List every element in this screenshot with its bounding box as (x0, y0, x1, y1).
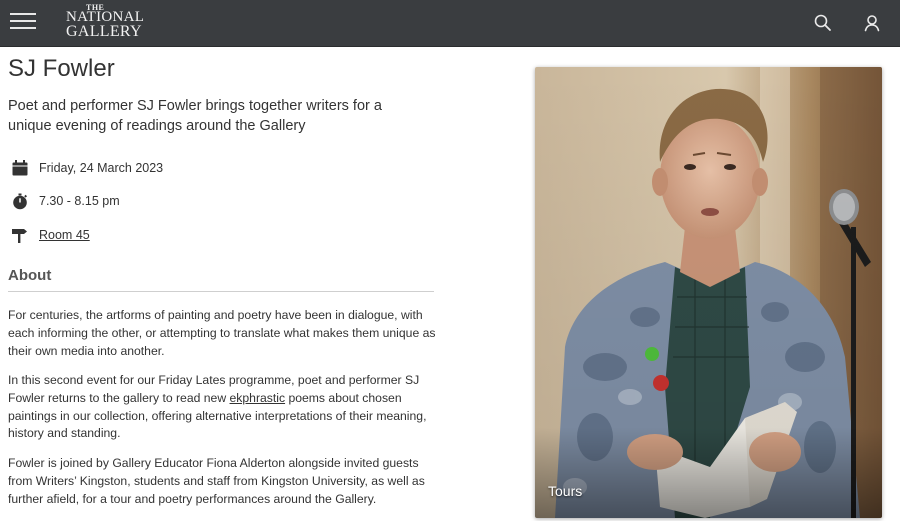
logo-line-gallery: GALLERY (66, 23, 142, 40)
hamburger-menu-icon[interactable] (10, 10, 36, 32)
top-navigation-bar: THE NATIONAL GALLERY (0, 0, 900, 47)
about-heading: About (8, 267, 52, 284)
user-icon[interactable] (861, 12, 883, 34)
performer-photo (535, 67, 882, 518)
about-paragraph-3: Fowler is joined by Gallery Educator Fio… (8, 456, 425, 506)
about-divider (8, 291, 434, 292)
ekphrastic-link[interactable]: ekphrastic (230, 391, 286, 405)
calendar-icon (10, 158, 30, 178)
search-icon[interactable] (812, 12, 834, 34)
event-time: 7.30 - 8.15 pm (39, 194, 120, 208)
signpost-icon (10, 225, 30, 245)
event-location-row: Room 45 (10, 225, 90, 245)
about-paragraph-1: For centuries, the artforms of painting … (8, 308, 436, 358)
event-date: Friday, 24 March 2023 (39, 161, 164, 175)
national-gallery-logo[interactable]: THE NATIONAL GALLERY (66, 3, 156, 43)
event-date-row: Friday, 24 March 2023 (10, 158, 163, 178)
event-time-row: 7.30 - 8.15 pm (10, 191, 120, 211)
event-photo-card[interactable]: Tours (535, 67, 882, 518)
event-intro: Poet and performer SJ Fowler brings toge… (8, 98, 382, 134)
stopwatch-icon (10, 191, 30, 211)
page-title: SJ Fowler (8, 55, 115, 82)
location-link[interactable]: Room 45 (39, 228, 90, 242)
tours-tag[interactable]: Tours (548, 483, 582, 499)
about-paragraph-2: In this second event for our Friday Late… (8, 372, 438, 443)
